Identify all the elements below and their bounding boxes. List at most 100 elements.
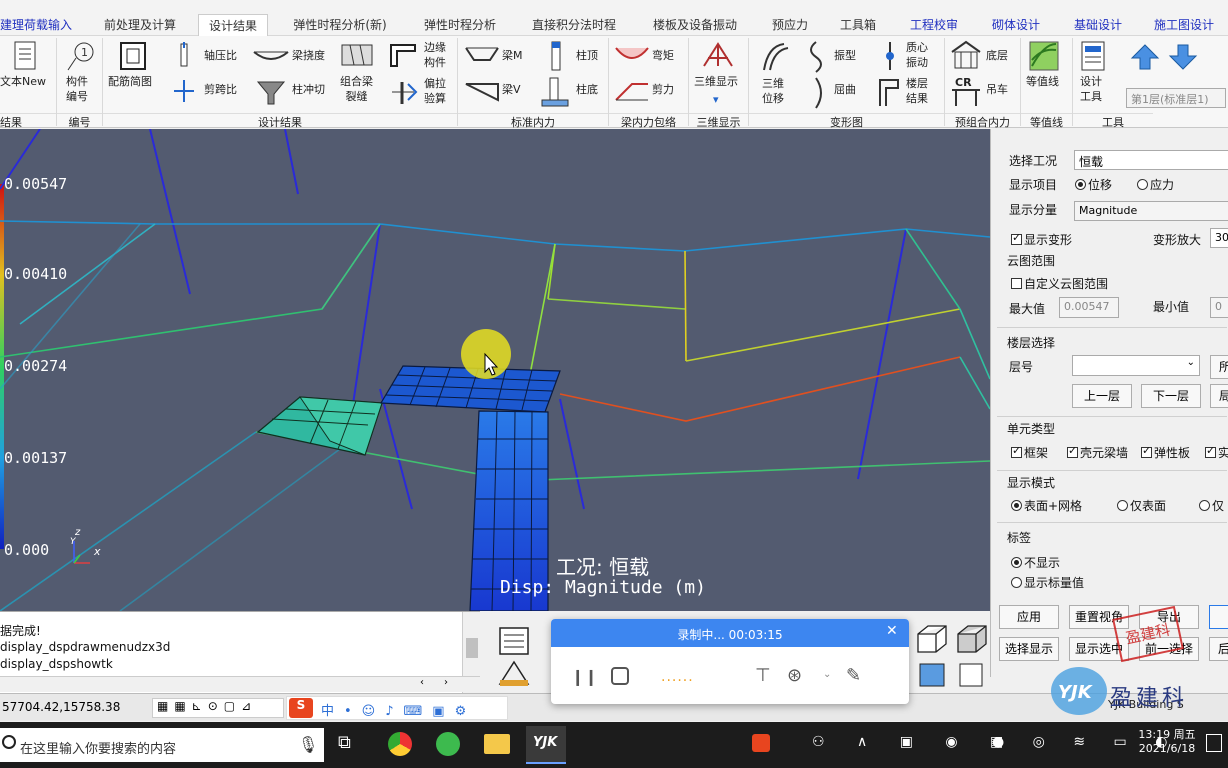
- all-floors-button[interactable]: 所: [1210, 355, 1228, 379]
- next-selection-button[interactable]: 后: [1209, 637, 1228, 661]
- scroll-right-icon[interactable]: ›: [444, 677, 448, 688]
- frame-checkbox[interactable]: 框架: [1011, 444, 1048, 461]
- taskbar-search-box[interactable]: 在这里输入你要搜索的内容 🎙: [0, 728, 324, 762]
- deform-scale-input[interactable]: 300: [1210, 228, 1228, 248]
- extra-button[interactable]: [1209, 605, 1228, 629]
- beam-deflection-button[interactable]: 梁挠度: [292, 48, 325, 63]
- edge-member-button[interactable]: 边缘 构件: [424, 40, 446, 70]
- beam-m-button[interactable]: 梁M: [502, 48, 523, 63]
- axial-ratio-button[interactable]: 轴压比: [204, 48, 237, 63]
- ribbon-tab[interactable]: 直接积分法时程: [528, 16, 620, 34]
- column-bottom-button[interactable]: 柱底: [576, 82, 598, 97]
- microphone-icon[interactable]: 🎙: [298, 735, 318, 754]
- radio-surface-mesh[interactable]: 表面+网格: [1011, 497, 1082, 514]
- radio-surface-only[interactable]: 仅表面: [1117, 497, 1166, 514]
- clock-date[interactable]: 2021/6/18: [1138, 742, 1196, 755]
- ribbon-tab[interactable]: 预应力: [770, 16, 810, 34]
- table-icon[interactable]: [492, 620, 542, 692]
- 3d-viewport[interactable]: 0.00547 0.00410 0.00274 0.00137 0.000 z …: [0, 129, 990, 611]
- next-floor-button[interactable]: 下一层: [1141, 384, 1201, 408]
- elastic-slab-checkbox[interactable]: 弹性板: [1141, 444, 1190, 461]
- snap-toggle-icons[interactable]: ▦▦⊾⊙▢⊿: [152, 698, 284, 718]
- partial-button[interactable]: 局: [1210, 384, 1228, 408]
- min-value-input[interactable]: 0: [1210, 297, 1228, 318]
- crane-button[interactable]: 吊车: [986, 82, 1008, 97]
- radio-no-label[interactable]: 不显示: [1011, 554, 1060, 571]
- member-number-button[interactable]: 构件 编号: [66, 74, 88, 104]
- radio-show-scalar[interactable]: 显示标量值: [1011, 574, 1084, 591]
- floor-number-select[interactable]: ⌄: [1072, 355, 1200, 376]
- apply-button[interactable]: 应用: [999, 605, 1059, 629]
- scroll-left-icon[interactable]: ‹: [420, 677, 424, 688]
- mass-vibration-button[interactable]: 质心 振动: [906, 40, 928, 70]
- pull-check-button[interactable]: 偏拉 验算: [424, 76, 446, 106]
- select-display-button[interactable]: 选择显示: [999, 637, 1059, 661]
- shell-checkbox[interactable]: 壳元梁墙: [1067, 444, 1128, 461]
- column-punch-button[interactable]: 柱冲切: [292, 82, 325, 97]
- floor-select-combo[interactable]: 第1层(标准层1): [1126, 88, 1226, 108]
- rebar-diagram-button[interactable]: 配筋简图: [108, 74, 152, 89]
- sogou-ime-icon[interactable]: S: [289, 698, 313, 718]
- browser-icon[interactable]: [436, 732, 460, 756]
- close-icon[interactable]: ✕: [886, 623, 898, 639]
- pencil-icon[interactable]: ✎: [846, 665, 861, 686]
- ribbon-tab[interactable]: 弹性时程分析: [420, 16, 500, 34]
- floor-up-icon[interactable]: [1130, 42, 1160, 72]
- dropdown-arrow-icon[interactable]: ▾: [713, 92, 719, 107]
- solid-checkbox[interactable]: 实: [1205, 444, 1228, 461]
- ribbon-tab[interactable]: 弹性时程分析(新): [290, 16, 390, 34]
- ime-toolbar[interactable]: S 中•☺♪⌨▣⚙: [286, 696, 508, 720]
- ribbon-tab[interactable]: 前处理及计算: [100, 16, 180, 34]
- shear-button[interactable]: 剪力: [652, 82, 674, 97]
- command-output-area[interactable]: 据完成! display_dspdrawmenudzx3d display_ds…: [0, 611, 480, 694]
- component-select[interactable]: Magnitude: [1074, 201, 1228, 221]
- pause-icon[interactable]: ❙❙: [571, 667, 598, 686]
- load-case-select[interactable]: 恒载: [1074, 150, 1228, 170]
- design-tool-button[interactable]: 设计 工具: [1080, 74, 1102, 104]
- screen-recorder-window[interactable]: 录制中... 00:03:15 ✕ ❙❙ ...... ⊤ ⊛ ⌄ ✎: [551, 619, 909, 704]
- view-cube-icons[interactable]: [912, 620, 990, 692]
- yjk-taskbar-button[interactable]: YJK: [526, 726, 566, 764]
- horizontal-scrollbar[interactable]: ‹ ›: [0, 676, 480, 692]
- max-value-input[interactable]: 0.00547: [1059, 297, 1119, 318]
- ribbon-tab[interactable]: 施工图设计: [1150, 16, 1218, 34]
- ribbon-tab[interactable]: 砌体设计: [988, 16, 1044, 34]
- stop-icon[interactable]: [611, 667, 629, 685]
- scrollbar-thumb[interactable]: [466, 638, 478, 658]
- buckling-button[interactable]: 屈曲: [834, 82, 856, 97]
- ribbon-tab[interactable]: 工程校审: [906, 16, 962, 34]
- notification-icon[interactable]: [1206, 734, 1222, 752]
- ribbon-tab[interactable]: 设计结果: [198, 14, 268, 36]
- show-deform-checkbox[interactable]: 显示变形: [1011, 231, 1072, 248]
- shear-span-button[interactable]: 剪跨比: [204, 82, 237, 97]
- chrome-icon[interactable]: [388, 732, 412, 756]
- beam-v-button[interactable]: 梁V: [502, 82, 521, 97]
- system-tray-icons[interactable]: ⚇ ∧ ▣ ◉ ▤: [812, 734, 1017, 750]
- prev-floor-button[interactable]: 上一层: [1072, 384, 1132, 408]
- base-button[interactable]: 底层: [986, 48, 1008, 63]
- ime-tool-icons[interactable]: 中•☺♪⌨▣⚙: [321, 700, 476, 719]
- moment-button[interactable]: 弯矩: [652, 48, 674, 63]
- file-explorer-icon[interactable]: [484, 734, 510, 754]
- combo-beam-crack-button[interactable]: 组合梁 裂缝: [340, 74, 373, 104]
- 3d-displacement-button[interactable]: 三维 位移: [762, 76, 784, 106]
- ribbon-tab[interactable]: 建理荷载输入: [0, 16, 72, 34]
- clock-time[interactable]: 13:19 周五: [1138, 726, 1196, 742]
- radio-only[interactable]: 仅: [1199, 497, 1224, 514]
- mode-shape-button[interactable]: 振型: [834, 48, 856, 63]
- column-top-button[interactable]: 柱顶: [576, 48, 598, 63]
- radio-displacement[interactable]: 位移: [1075, 176, 1112, 193]
- floor-result-button[interactable]: 楼层 结果: [906, 76, 928, 106]
- webcam-icon[interactable]: ⊛: [787, 665, 802, 686]
- chevron-down-icon[interactable]: ⌄: [823, 669, 831, 680]
- ribbon-tab[interactable]: 楼板及设备振动: [650, 16, 740, 34]
- radio-stress[interactable]: 应力: [1137, 176, 1174, 193]
- ribbon-tab[interactable]: 基础设计: [1070, 16, 1126, 34]
- ribbon-tab[interactable]: 工具箱: [838, 16, 878, 34]
- sogou-tray-icon[interactable]: [752, 734, 770, 752]
- floor-down-icon[interactable]: [1168, 42, 1198, 72]
- camera-icon[interactable]: ⊤: [755, 665, 771, 686]
- 3d-display-button[interactable]: 三维显示: [694, 74, 738, 89]
- text-new-button[interactable]: 文本New: [0, 74, 46, 89]
- contour-button[interactable]: 等值线: [1026, 74, 1059, 89]
